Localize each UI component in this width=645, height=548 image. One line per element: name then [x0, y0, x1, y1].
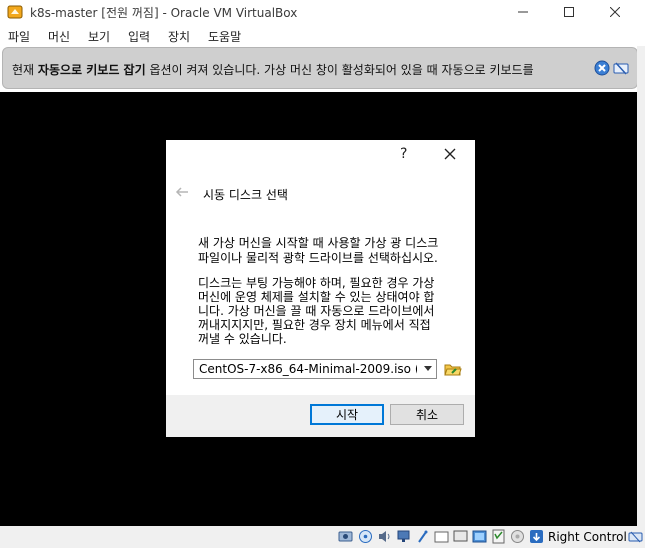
recording-icon[interactable]: [491, 529, 506, 544]
audio-icon[interactable]: [377, 529, 392, 544]
close-icon: [610, 7, 620, 17]
dialog-description: 새 가상 머신을 시작할 때 사용할 가상 광 디스크 파일이나 물리적 광학 …: [198, 236, 439, 265]
dialog-close-button[interactable]: [442, 146, 458, 162]
notice-text-prefix: 현재: [12, 63, 38, 77]
shared-folder-icon[interactable]: [434, 529, 449, 544]
choose-disk-folder-icon[interactable]: [444, 360, 462, 378]
maximize-icon: [564, 7, 574, 17]
dialog-footer: 시작 취소: [166, 395, 475, 437]
help-button[interactable]: ?: [400, 146, 407, 162]
start-button[interactable]: 시작: [310, 404, 384, 425]
usb-icon[interactable]: [415, 529, 430, 544]
menu-view[interactable]: 보기: [88, 28, 110, 45]
window-title: k8s-master [전원 꺼짐] - Oracle VM VirtualBo…: [30, 6, 298, 20]
disk-select-dropdown[interactable]: CentOS-7-x86_64-Minimal-2009.iso (9: [193, 359, 437, 379]
cancel-button[interactable]: 취소: [390, 404, 464, 425]
keyboard-icon[interactable]: [628, 529, 643, 544]
virtualization-icon[interactable]: [510, 529, 525, 544]
hard-disk-icon[interactable]: [338, 529, 353, 544]
menu-machine[interactable]: 머신: [48, 28, 70, 45]
window-right-edge: [637, 46, 645, 548]
mouse-integration-icon[interactable]: [529, 529, 544, 544]
dialog-details: 디스크는 부팅 가능해야 하며, 필요한 경우 가상 머신에 운영 체제를 설치…: [198, 276, 435, 346]
network-icon[interactable]: [396, 529, 411, 544]
keyboard-capture-icon[interactable]: [613, 60, 629, 76]
menu-help[interactable]: 도움말: [208, 28, 241, 45]
menu-input[interactable]: 입력: [128, 28, 150, 45]
menu-bar: 파일 머신 보기 입력 장치 도움말: [0, 24, 645, 46]
menu-file[interactable]: 파일: [8, 28, 30, 45]
video-capture-icon[interactable]: [472, 529, 487, 544]
notice-text-suffix: 옵션이 켜져 있습니다. 가상 머신 창이 활성화되어 있을 때 자동으로 키보…: [145, 63, 534, 77]
disk-select-value: CentOS-7-x86_64-Minimal-2009.iso (9: [199, 362, 417, 376]
title-bar: k8s-master [전원 꺼짐] - Oracle VM VirtualBo…: [0, 0, 645, 24]
notice-text: 현재 자동으로 키보드 잡기 옵션이 켜져 있습니다. 가상 머신 창이 활성화…: [12, 61, 534, 78]
notice-text-bold: 자동으로 키보드 잡기: [37, 63, 146, 77]
maximize-button[interactable]: [546, 0, 592, 24]
chevron-down-icon: [424, 366, 432, 371]
host-key-label: Right Control: [548, 530, 627, 544]
virtualbox-app-icon: [7, 4, 23, 20]
dialog-title: 시동 디스크 선택: [203, 188, 288, 202]
close-icon: [444, 148, 456, 160]
select-startup-disk-dialog: ? 시동 디스크 선택 새 가상 머신을 시작할 때 사용할 가상 광 디스크 …: [166, 140, 475, 437]
minimize-button[interactable]: [500, 0, 546, 24]
minimize-icon: [518, 11, 528, 13]
display-icon[interactable]: [453, 529, 468, 544]
status-bar: Right Control: [0, 526, 645, 548]
optical-disk-icon[interactable]: [358, 529, 373, 544]
menu-devices[interactable]: 장치: [168, 28, 190, 45]
back-arrow-icon[interactable]: [174, 184, 190, 200]
notice-close-icon[interactable]: [594, 60, 610, 76]
close-window-button[interactable]: [592, 0, 638, 24]
auto-capture-keyboard-notice: 현재 자동으로 키보드 잡기 옵션이 켜져 있습니다. 가상 머신 창이 활성화…: [2, 47, 638, 89]
